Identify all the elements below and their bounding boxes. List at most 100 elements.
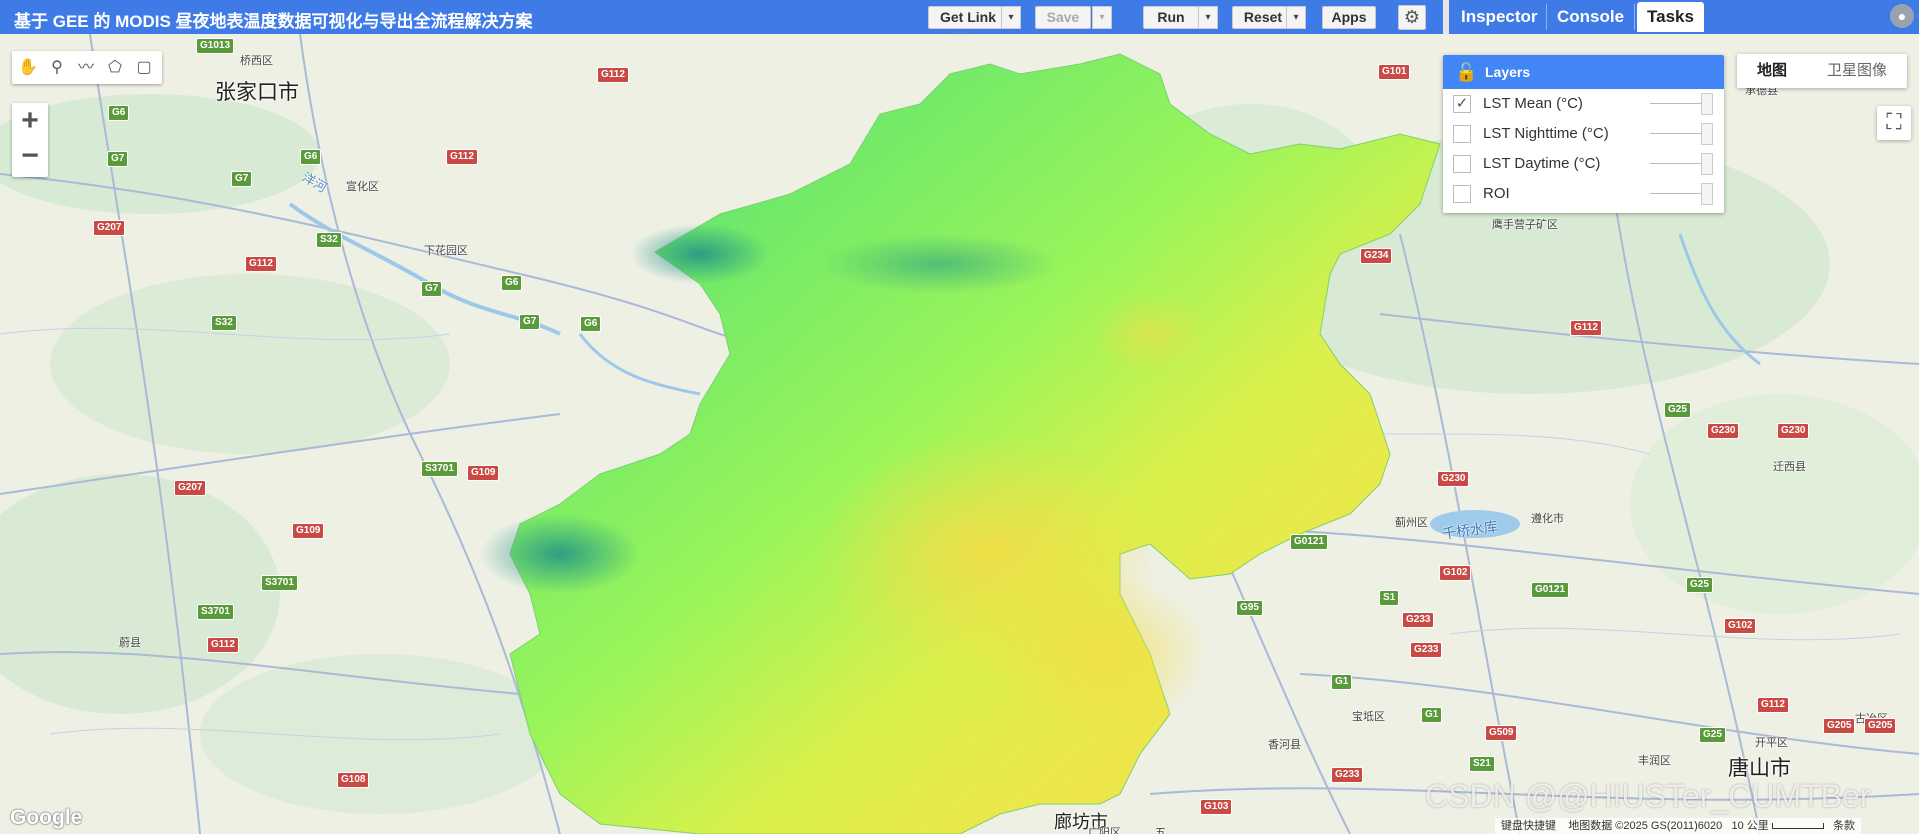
opacity-slider-handle[interactable] [1701, 153, 1713, 175]
scale-bar [1771, 823, 1824, 830]
run-button[interactable]: Run [1143, 6, 1199, 29]
road-shield: G112 [245, 256, 277, 272]
layer-row-roi[interactable]: ROI [1443, 179, 1724, 209]
road-shield: G207 [93, 220, 126, 236]
road-shield: G509 [1485, 725, 1518, 741]
place-label: 下花园区 [424, 245, 468, 257]
chevron-down-icon: ▾ [1205, 12, 1211, 23]
zoom-in-button[interactable]: + [12, 104, 48, 140]
tab-tasks[interactable]: Tasks [1637, 2, 1704, 32]
road-shield: G112 [597, 67, 629, 83]
get-link-button[interactable]: Get Link [928, 6, 1008, 29]
layer-row-lst-daytime[interactable]: LST Daytime (°C) [1443, 149, 1724, 179]
layers-title: Layers [1485, 64, 1531, 80]
marker-icon[interactable]: ⚲ [47, 58, 67, 78]
layer-name: LST Daytime (°C) [1483, 155, 1601, 172]
unlock-icon[interactable]: 🔓 [1455, 55, 1477, 89]
place-label: 五 [1155, 827, 1166, 834]
road-shield: G205 [1864, 718, 1897, 734]
keyboard-shortcuts-link[interactable]: 键盘快捷键 [1501, 820, 1556, 832]
road-shield: G0121 [1531, 582, 1570, 598]
road-shield: G6 [580, 316, 602, 332]
zoom-out-button[interactable]: − [12, 139, 48, 175]
place-label: 鹰手营子矿区 [1492, 219, 1558, 231]
settings-button[interactable]: ⚙ [1398, 5, 1426, 30]
road-shield: G112 [1757, 697, 1789, 713]
layer-checkbox[interactable]: ✓ [1453, 95, 1471, 113]
road-shield: S3701 [261, 575, 298, 591]
watermark-text: CSDN @@HIUSTer_CUMTBer [1425, 778, 1871, 814]
road-shield: G7 [519, 314, 541, 330]
user-avatar[interactable]: ● [1890, 4, 1914, 28]
zoom-control: + − [12, 103, 48, 177]
road-shield: G233 [1402, 612, 1435, 628]
road-shield: G103 [1200, 799, 1233, 815]
map-attribution: 地图数据 ©2025 GS(2011)6020 [1568, 820, 1723, 832]
map-type-satellite-button[interactable]: 卫星图像 [1807, 54, 1907, 88]
road-shield: G1 [1331, 674, 1353, 690]
map-footer: 键盘快捷键 地图数据 ©2025 GS(2011)6020 10 公里 条款 [1495, 818, 1861, 834]
run-dropdown[interactable]: ▾ [1198, 6, 1218, 29]
road-shield: G207 [174, 480, 207, 496]
get-link-dropdown[interactable]: ▾ [1001, 6, 1021, 29]
opacity-slider-handle[interactable] [1701, 93, 1713, 115]
layer-name: LST Mean (°C) [1483, 95, 1583, 112]
place-label: 香河县 [1268, 739, 1301, 751]
polygon-icon[interactable]: ⬠ [105, 58, 125, 78]
panel-divider[interactable] [1443, 0, 1449, 34]
tab-inspector[interactable]: Inspector [1451, 2, 1548, 32]
chevron-down-icon: ▾ [1293, 12, 1299, 23]
road-shield: G6 [300, 149, 322, 165]
tab-console[interactable]: Console [1547, 2, 1634, 32]
line-icon[interactable]: 〰 [76, 58, 96, 78]
road-shield: G230 [1777, 423, 1810, 439]
road-shield: G108 [337, 772, 370, 788]
scale-label: 10 公里 [1731, 820, 1769, 832]
place-label: 遵化市 [1531, 513, 1564, 525]
road-shield: S32 [211, 315, 237, 331]
road-shield: G7 [231, 171, 253, 187]
road-shield: G112 [1570, 320, 1602, 336]
road-shield: S3701 [421, 461, 458, 477]
road-shield: G112 [207, 637, 239, 653]
layer-checkbox[interactable] [1453, 185, 1471, 203]
fullscreen-button[interactable]: ⛶ [1877, 106, 1911, 140]
layer-name: ROI [1483, 185, 1510, 202]
reset-button[interactable]: Reset [1232, 6, 1294, 29]
opacity-slider-handle[interactable] [1701, 183, 1713, 205]
rectangle-icon[interactable]: ▢ [134, 58, 154, 78]
road-shield: S3701 [197, 604, 234, 620]
map-type-control: 地图 卫星图像 [1737, 54, 1907, 88]
layers-header[interactable]: 🔓 Layers [1443, 55, 1724, 89]
layer-checkbox[interactable] [1453, 155, 1471, 173]
layer-row-lst-mean[interactable]: ✓ LST Mean (°C) [1443, 89, 1724, 119]
road-shield: G7 [421, 281, 443, 297]
road-shield: S1 [1379, 590, 1400, 606]
road-shield: G1013 [196, 38, 235, 54]
chevron-down-icon: ▾ [1099, 12, 1105, 23]
map-type-map-button[interactable]: 地图 [1737, 54, 1807, 88]
layer-row-lst-nighttime[interactable]: LST Nighttime (°C) [1443, 119, 1724, 149]
save-dropdown[interactable]: ▾ [1092, 6, 1112, 29]
layer-checkbox[interactable] [1453, 125, 1471, 143]
hand-icon[interactable]: ✋ [18, 58, 38, 78]
road-shield: G109 [467, 465, 500, 481]
fullscreen-icon: ⛶ [1886, 109, 1902, 134]
place-label: 丰润区 [1638, 755, 1671, 767]
top-bar: 基于 GEE 的 MODIS 昼夜地表温度数据可视化与导出全流程解决方案 Get… [0, 0, 1919, 34]
apps-button[interactable]: Apps [1322, 6, 1376, 29]
place-label: 蔚县 [119, 637, 141, 649]
road-shield: G233 [1331, 767, 1364, 783]
road-shield: G7 [107, 151, 129, 167]
reset-dropdown[interactable]: ▾ [1286, 6, 1306, 29]
opacity-slider-handle[interactable] [1701, 123, 1713, 145]
chevron-down-icon: ▾ [1008, 12, 1014, 23]
save-button[interactable]: Save [1035, 6, 1091, 29]
terms-link[interactable]: 条款 [1833, 820, 1855, 832]
road-shield: G205 [1823, 718, 1856, 734]
road-shield: G25 [1699, 727, 1726, 743]
road-shield: G102 [1724, 618, 1757, 634]
road-shield: G230 [1437, 471, 1470, 487]
road-shield: G25 [1686, 577, 1713, 593]
road-shield: G112 [446, 149, 478, 165]
